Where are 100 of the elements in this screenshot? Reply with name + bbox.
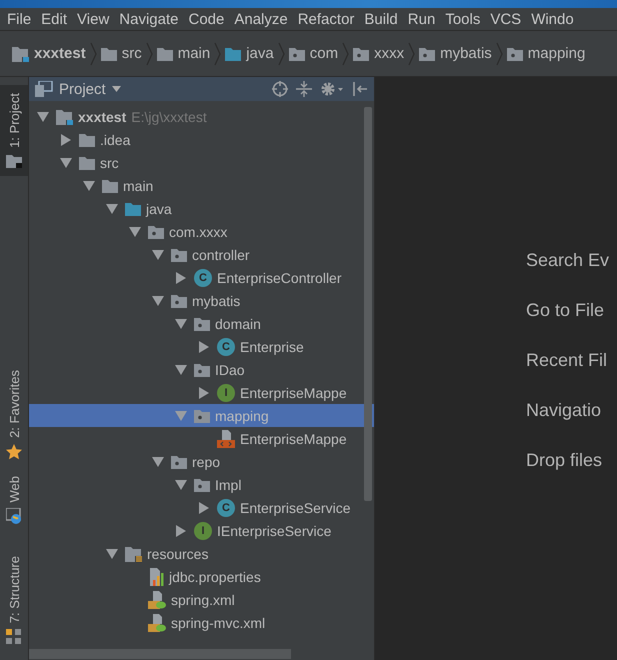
tool-window-tab[interactable]: 1: Project	[0, 85, 28, 176]
horizontal-scrollbar[interactable]	[29, 649, 291, 659]
tree-row[interactable]: C EnterpriseController	[29, 266, 374, 289]
tree-row[interactable]: java	[29, 197, 374, 220]
breadcrumb-item[interactable]: mybatis	[419, 45, 492, 62]
collapsed-arrow-icon[interactable]	[199, 340, 209, 352]
tree-row[interactable]: controller	[29, 243, 374, 266]
expanded-arrow-icon[interactable]	[106, 548, 118, 558]
folder-icon	[79, 156, 95, 170]
collapse-all-icon[interactable]	[296, 81, 312, 97]
tree-item-label[interactable]: jdbc.properties	[169, 568, 261, 584]
tree-row[interactable]: com.xxxx	[29, 220, 374, 243]
menu-item[interactable]: Navigate	[114, 10, 184, 28]
tree-row[interactable]: C EnterpriseService	[29, 496, 374, 519]
tree-row[interactable]: xxxtest E:\jg\xxxtest	[29, 105, 374, 128]
menu-item[interactable]: View	[72, 10, 114, 28]
menu-item[interactable]: Code	[183, 10, 230, 28]
tree-item-label[interactable]: .idea	[100, 132, 130, 148]
expanded-arrow-icon[interactable]	[60, 158, 72, 168]
folder-icon	[6, 154, 22, 168]
tree-item-label[interactable]: java	[146, 200, 172, 216]
breadcrumb-item[interactable]: src	[100, 45, 142, 62]
package-folder-icon	[171, 248, 187, 262]
menu-item[interactable]: Edit	[36, 10, 72, 28]
breadcrumb-item[interactable]: main	[156, 45, 210, 62]
expanded-arrow-icon[interactable]	[106, 204, 118, 214]
menu-item[interactable]: File	[2, 10, 36, 28]
breadcrumb-item[interactable]: xxxtest	[12, 45, 86, 62]
locate-icon[interactable]	[272, 81, 288, 97]
tree-item-label[interactable]: Enterprise	[240, 338, 304, 354]
expanded-arrow-icon[interactable]	[129, 226, 141, 236]
tree-item-label[interactable]: IDao	[215, 362, 245, 378]
tree-row[interactable]: resources	[29, 542, 374, 565]
tree-row[interactable]: IDao	[29, 358, 374, 381]
tree-item-label[interactable]: domain	[215, 316, 261, 332]
package-folder-icon	[419, 46, 436, 60]
expanded-arrow-icon[interactable]	[175, 364, 187, 374]
expanded-arrow-icon[interactable]	[175, 318, 187, 328]
tree-row[interactable]: mybatis	[29, 289, 374, 312]
tree-item-label[interactable]: EnterpriseService	[240, 500, 350, 516]
tree-row[interactable]: jdbc.properties	[29, 565, 374, 588]
breadcrumb-item[interactable]: com	[288, 45, 338, 62]
collapsed-arrow-icon[interactable]	[176, 524, 186, 536]
menu-item[interactable]: Analyze	[229, 10, 293, 28]
tool-window-tab[interactable]: Web	[0, 468, 28, 532]
collapsed-arrow-icon[interactable]	[176, 272, 186, 284]
tree-row[interactable]: repo	[29, 450, 374, 473]
tree-item-label[interactable]: resources	[147, 546, 208, 562]
tree-item-label[interactable]: src	[100, 154, 119, 170]
collapsed-arrow-icon[interactable]	[199, 502, 209, 514]
menu-item[interactable]: Windo	[526, 10, 579, 28]
tree-item-label[interactable]: Impl	[215, 476, 242, 492]
vertical-scrollbar[interactable]	[364, 107, 372, 501]
tree-row[interactable]: EnterpriseMappe	[29, 427, 374, 450]
menu-item[interactable]: Refactor	[292, 10, 360, 28]
tool-window-tab[interactable]: 7: Structure	[0, 548, 28, 653]
interface-icon: I	[217, 384, 235, 402]
expanded-arrow-icon[interactable]	[37, 112, 49, 122]
collapsed-arrow-icon[interactable]	[199, 386, 209, 398]
tree-row[interactable]: main	[29, 174, 374, 197]
tree-row[interactable]: spring-mvc.xml	[29, 611, 374, 634]
tree-item-label[interactable]: main	[123, 178, 154, 194]
gear-icon[interactable]	[320, 81, 344, 97]
dropdown-caret-icon[interactable]	[112, 86, 121, 92]
tree-item-label[interactable]: mybatis	[192, 292, 240, 308]
tree-row[interactable]: domain	[29, 312, 374, 335]
menu-item[interactable]: Build	[359, 10, 403, 28]
expanded-arrow-icon[interactable]	[152, 456, 164, 466]
tree-row[interactable]: C Enterprise	[29, 335, 374, 358]
tree-row[interactable]: I EnterpriseMappe	[29, 381, 374, 404]
breadcrumb-item[interactable]: java	[225, 45, 274, 62]
tree-row[interactable]: .idea	[29, 128, 374, 151]
expanded-arrow-icon[interactable]	[152, 250, 164, 260]
tree-row[interactable]: Impl	[29, 473, 374, 496]
globe-icon	[6, 508, 22, 524]
expanded-arrow-icon[interactable]	[175, 480, 187, 490]
collapsed-arrow-icon[interactable]	[61, 134, 71, 146]
tree-item-label[interactable]: controller	[192, 246, 250, 262]
menu-item[interactable]: Tools	[440, 10, 486, 28]
tree-item-label[interactable]: IEnterpriseService	[217, 522, 332, 538]
panel-title[interactable]: Project	[59, 80, 106, 98]
tree-item-label[interactable]: EnterpriseController	[217, 270, 342, 286]
tree-item-label[interactable]: EnterpriseMappe	[240, 430, 347, 446]
tree-row[interactable]: I IEnterpriseService	[29, 519, 374, 542]
tree-item-label[interactable]: EnterpriseMappe	[240, 384, 347, 400]
tree-row[interactable]: spring.xml	[29, 588, 374, 611]
expanded-arrow-icon[interactable]	[152, 296, 164, 306]
tree-item-label[interactable]: xxxtest	[78, 108, 126, 124]
menu-item[interactable]: VCS	[485, 10, 526, 28]
tree-item-label[interactable]: spring-mvc.xml	[171, 614, 266, 630]
expanded-arrow-icon[interactable]	[83, 180, 95, 190]
tree-item-label[interactable]: spring.xml	[171, 592, 235, 608]
tool-window-tab[interactable]: 2: Favorites	[0, 362, 28, 468]
menu-item[interactable]: Run	[402, 10, 440, 28]
tree-item-label[interactable]: com.xxxx	[169, 224, 228, 240]
breadcrumb-item[interactable]: xxxx	[353, 45, 404, 62]
tree-item-label[interactable]: repo	[192, 454, 220, 470]
breadcrumb-item[interactable]: mapping	[506, 45, 586, 62]
tree-row[interactable]: src	[29, 151, 374, 174]
hide-panel-icon[interactable]	[352, 81, 368, 97]
